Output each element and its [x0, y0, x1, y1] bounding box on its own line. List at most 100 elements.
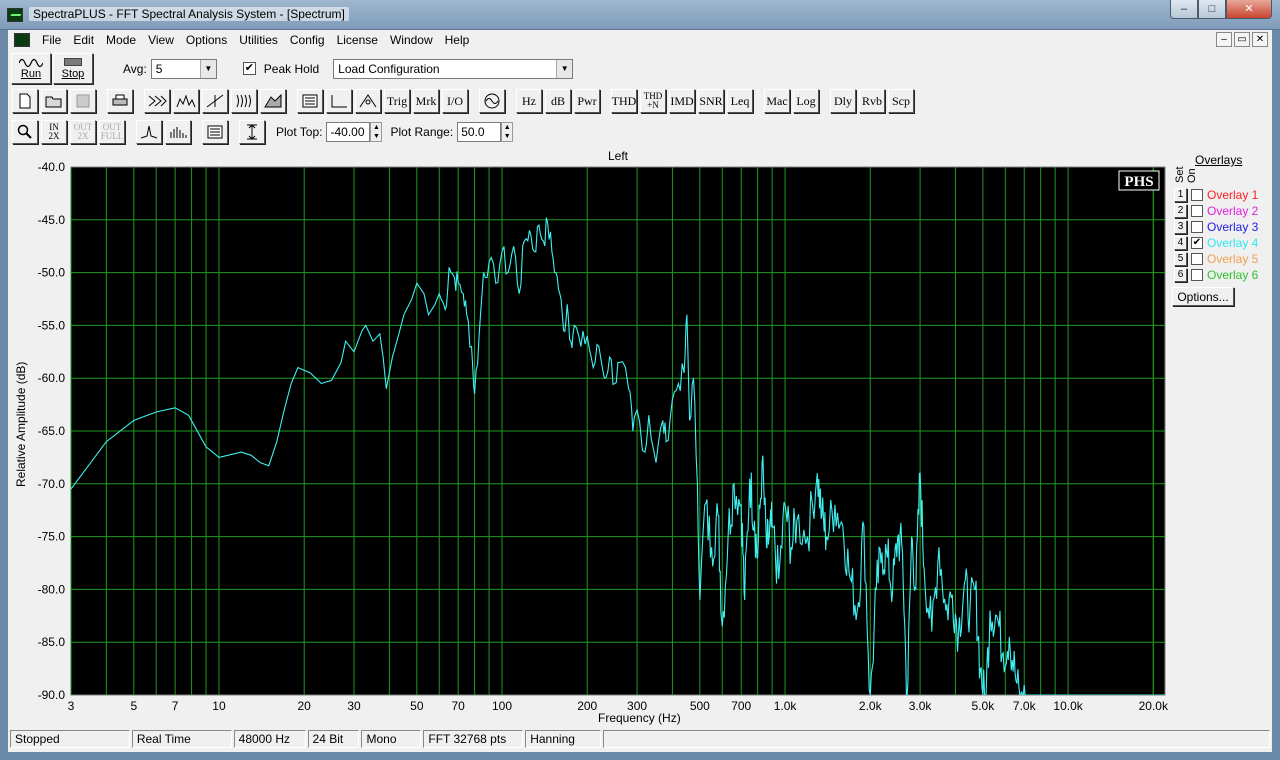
- marker-button[interactable]: Mrk: [413, 89, 439, 113]
- waterfall-button[interactable]: [231, 89, 257, 113]
- document-icon[interactable]: [14, 33, 30, 47]
- zoom-out-full-button[interactable]: OUT FULL: [99, 120, 125, 144]
- chevron-down-icon[interactable]: ▼: [556, 59, 573, 78]
- reverb-button[interactable]: Rvb: [859, 89, 885, 113]
- overlay-set-button[interactable]: 2: [1174, 204, 1187, 218]
- overlay-row[interactable]: 3 Overlay 3: [1174, 219, 1258, 235]
- settings-panel-button[interactable]: [297, 89, 323, 113]
- peak-button[interactable]: [355, 89, 381, 113]
- stop-button[interactable]: Stop: [53, 53, 93, 84]
- panel-icon: [302, 94, 318, 108]
- menu-mode[interactable]: Mode: [100, 33, 142, 47]
- spinner-arrows-icon[interactable]: ▲ ▼: [501, 122, 514, 142]
- axis-icon: [331, 95, 347, 108]
- peak-hold-checkbox[interactable]: ✔: [242, 62, 256, 75]
- overlay-on-checkbox[interactable]: [1191, 205, 1203, 217]
- overlays-title[interactable]: Overlays: [1195, 153, 1242, 167]
- scope-button[interactable]: Scp: [888, 89, 914, 113]
- line-plot-button[interactable]: [136, 120, 162, 144]
- overlay-set-button[interactable]: 4: [1174, 236, 1187, 250]
- overlay-set-button[interactable]: 3: [1174, 220, 1187, 234]
- menu-view[interactable]: View: [142, 33, 180, 47]
- plot-top-spinner[interactable]: -40.00 ▲ ▼: [326, 122, 383, 142]
- overlay-on-checkbox[interactable]: [1191, 189, 1203, 201]
- spectrum-chart[interactable]: -40.0 -45.0 -50.0 -55.0 -60.0 -65.0 -70.0 -75.0…: [8, 147, 1172, 727]
- snr-button[interactable]: SNR: [698, 89, 724, 113]
- x-tick-label: 3.0k: [909, 699, 933, 713]
- generator-button[interactable]: [479, 89, 505, 113]
- line-plot-icon: [140, 125, 158, 139]
- overlay-row[interactable]: 5 Overlay 5: [1174, 251, 1258, 267]
- status-fft-size: FFT 32768 pts: [423, 730, 524, 748]
- mdi-close-button[interactable]: ✕: [1252, 32, 1268, 47]
- menu-utilities[interactable]: Utilities: [233, 33, 284, 47]
- overlay-on-checkbox[interactable]: [1191, 269, 1203, 281]
- overlay-set-button[interactable]: 1: [1174, 188, 1187, 202]
- maximize-button[interactable]: □: [1198, 0, 1226, 19]
- close-button[interactable]: ✕: [1226, 0, 1272, 19]
- chevron-down-icon[interactable]: ▼: [199, 59, 216, 78]
- app-icon: [7, 8, 23, 22]
- db-button[interactable]: dB: [545, 89, 571, 113]
- leq-button[interactable]: Leq: [727, 89, 753, 113]
- menu-options[interactable]: Options: [180, 33, 233, 47]
- ramp-button[interactable]: [202, 89, 228, 113]
- overlay-on-checkbox[interactable]: [1191, 253, 1203, 265]
- status-bit-depth: 24 Bit: [307, 730, 360, 748]
- overlay-set-button[interactable]: 5: [1174, 252, 1187, 266]
- fast-forward-button[interactable]: [144, 89, 170, 113]
- mdi-minimize-button[interactable]: –: [1216, 32, 1232, 47]
- run-button[interactable]: Run: [11, 53, 51, 84]
- overlay-set-button[interactable]: 6: [1174, 268, 1187, 282]
- trig-button[interactable]: Trig: [384, 89, 410, 113]
- open-file-button[interactable]: [41, 89, 67, 113]
- config-select[interactable]: Load Configuration ▼: [333, 58, 574, 79]
- macro-button[interactable]: Mac: [764, 89, 790, 113]
- zoom-in-2x-button[interactable]: IN 2X: [41, 120, 67, 144]
- spinner-arrows-icon[interactable]: ▲ ▼: [370, 122, 383, 142]
- zoom-out-2x-button[interactable]: OUT 2X: [70, 120, 96, 144]
- mdi-restore-button[interactable]: ▭: [1234, 32, 1250, 47]
- overlay-row[interactable]: 1 Overlay 1: [1174, 187, 1258, 203]
- x-tick-label: 1.0k: [774, 699, 798, 713]
- menu-edit[interactable]: Edit: [67, 33, 100, 47]
- overlay-row[interactable]: 4 ✔ Overlay 4: [1174, 235, 1258, 251]
- 3d-surface-button[interactable]: [260, 89, 286, 113]
- overlay-name: Overlay 5: [1207, 252, 1259, 266]
- x-tick-label: 7: [172, 699, 179, 713]
- avg-select[interactable]: 5 ▼: [150, 58, 217, 79]
- minimize-button[interactable]: –: [1170, 0, 1198, 19]
- menu-window[interactable]: Window: [384, 33, 439, 47]
- x-tick-label: 50: [410, 699, 424, 713]
- spectrum-edit-button[interactable]: [173, 89, 199, 113]
- zoom-button[interactable]: [12, 120, 38, 144]
- plot-settings-button[interactable]: [202, 120, 228, 144]
- plot-range-spinner[interactable]: 50.0 ▲ ▼: [457, 122, 514, 142]
- overlay-options-button[interactable]: Options...: [1172, 287, 1234, 306]
- overlay-row[interactable]: 2 Overlay 2: [1174, 203, 1258, 219]
- hz-button[interactable]: Hz: [516, 89, 542, 113]
- io-button[interactable]: I/O: [442, 89, 468, 113]
- overlay-on-checkbox[interactable]: [1191, 221, 1203, 233]
- axis-button[interactable]: [326, 89, 352, 113]
- thd-n-button[interactable]: THD +N: [640, 89, 666, 113]
- spectrum-plot[interactable]: -40.0 -45.0 -50.0 -55.0 -60.0 -65.0 -70.0 -75.0…: [8, 147, 1272, 727]
- menu-help[interactable]: Help: [439, 33, 476, 47]
- log-button[interactable]: Log: [793, 89, 819, 113]
- status-window: Hanning: [525, 730, 602, 748]
- save-button[interactable]: [70, 89, 96, 113]
- menu-config[interactable]: Config: [284, 33, 331, 47]
- overlay-on-checkbox[interactable]: ✔: [1191, 237, 1203, 249]
- overlay-row[interactable]: 6 Overlay 6: [1174, 267, 1258, 283]
- bar-plot-button[interactable]: [165, 120, 191, 144]
- print-button[interactable]: [107, 89, 133, 113]
- imd-button[interactable]: IMD: [669, 89, 695, 113]
- menu-file[interactable]: File: [36, 33, 67, 47]
- delay-button[interactable]: Dly: [830, 89, 856, 113]
- vertical-scale-button[interactable]: [239, 120, 265, 144]
- menu-license[interactable]: License: [331, 33, 384, 47]
- thd-button[interactable]: THD: [611, 89, 637, 113]
- new-file-button[interactable]: [12, 89, 38, 113]
- power-button[interactable]: Pwr: [574, 89, 600, 113]
- y-tick-label: -65.0: [38, 424, 66, 438]
